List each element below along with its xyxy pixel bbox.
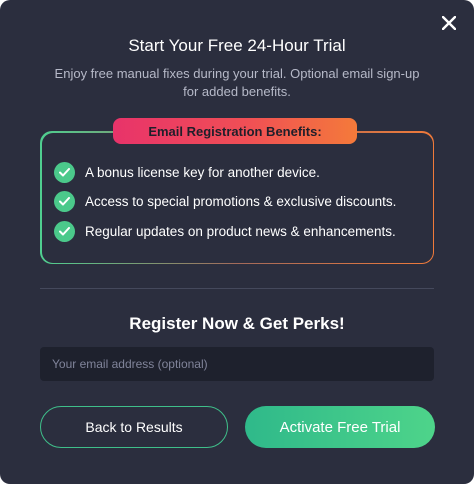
- back-to-results-button[interactable]: Back to Results: [40, 406, 228, 448]
- dialog-title: Start Your Free 24-Hour Trial: [128, 36, 346, 55]
- check-circle-icon: [54, 221, 75, 242]
- benefit-text: A bonus license key for another device.: [85, 165, 320, 180]
- check-circle-icon: [54, 162, 75, 183]
- benefit-item: Regular updates on product news & enhanc…: [54, 221, 396, 242]
- register-heading: Register Now & Get Perks!: [129, 314, 345, 333]
- benefit-item: Access to special promotions & exclusive…: [54, 191, 396, 212]
- email-input[interactable]: [40, 347, 434, 381]
- dialog-subtitle: Enjoy free manual fixes during your tria…: [54, 66, 420, 99]
- close-button[interactable]: [438, 12, 460, 34]
- check-circle-icon: [54, 191, 75, 212]
- benefit-text: Access to special promotions & exclusive…: [85, 194, 397, 209]
- benefit-item: A bonus license key for another device.: [54, 162, 320, 183]
- activate-free-trial-button[interactable]: Activate Free Trial: [245, 406, 435, 448]
- divider: [40, 288, 434, 289]
- trial-dialog: Start Your Free 24-Hour Trial Enjoy free…: [0, 0, 474, 484]
- benefits-badge: Email Registration Benefits:: [113, 118, 357, 144]
- benefit-text: Regular updates on product news & enhanc…: [85, 224, 396, 239]
- close-icon: [442, 16, 456, 30]
